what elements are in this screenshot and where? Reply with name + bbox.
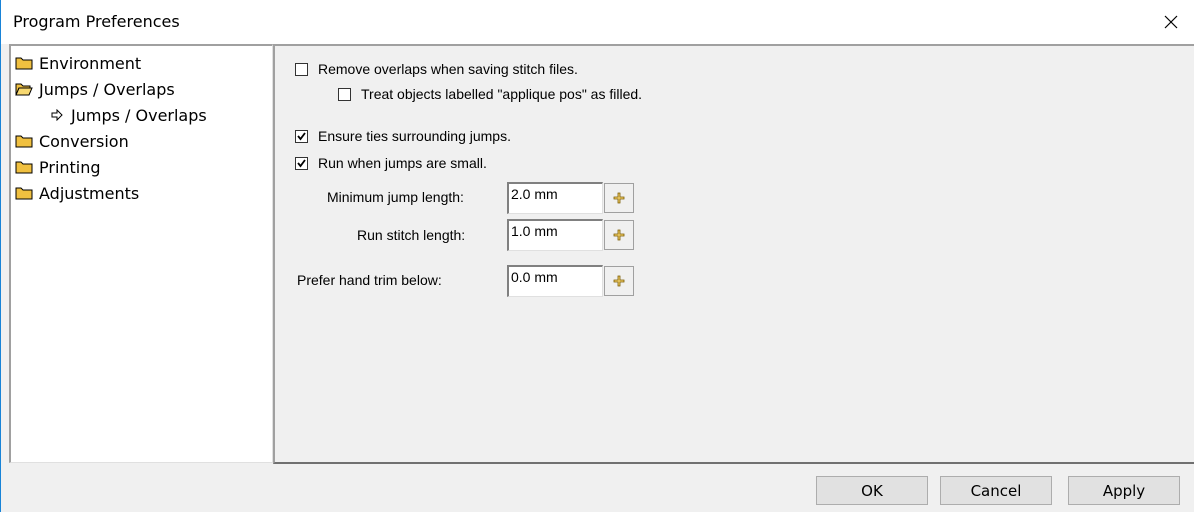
- folder-icon: [15, 161, 33, 174]
- tree-item-conversion[interactable]: Conversion: [15, 129, 129, 153]
- apply-button[interactable]: Apply: [1068, 476, 1180, 505]
- min-jump-input[interactable]: 2.0 mm: [507, 182, 603, 214]
- run-stitch-label: Run stitch length:: [357, 227, 466, 243]
- window-title: Program Preferences: [13, 12, 180, 31]
- tree-item-label: Conversion: [39, 131, 129, 151]
- treat-applique-checkbox[interactable]: Treat objects labelled "applique pos" as…: [338, 86, 642, 102]
- hand-trim-input[interactable]: 0.0 mm: [507, 265, 603, 297]
- checkbox-label: Treat objects labelled "applique pos" as…: [361, 86, 643, 102]
- window-edge: [0, 44, 1, 512]
- tree-item-environment[interactable]: Environment: [15, 51, 141, 75]
- tree-item-label: Jumps / Overlaps: [71, 105, 207, 125]
- min-jump-label: Minimum jump length:: [327, 189, 464, 205]
- close-button[interactable]: [1148, 0, 1194, 44]
- settings-panel: [273, 44, 1194, 464]
- hand-trim-spin-button[interactable]: [604, 266, 634, 296]
- checkbox-label: Ensure ties surrounding jumps.: [318, 128, 511, 144]
- hand-trim-label: Prefer hand trim below:: [297, 272, 442, 288]
- checkbox-box[interactable]: [338, 87, 351, 101]
- arrow-right-icon: [51, 109, 63, 121]
- folder-icon: [15, 135, 33, 148]
- spin-arrows-icon: [613, 192, 625, 204]
- checkmark-icon: [297, 158, 306, 167]
- run-stitch-spin-button[interactable]: [604, 220, 634, 250]
- remove-overlaps-checkbox[interactable]: Remove overlaps when saving stitch files…: [295, 61, 578, 77]
- tree-item-label: Environment: [39, 53, 142, 73]
- tree-item-printing[interactable]: Printing: [15, 155, 101, 179]
- tree-item-label: Adjustments: [39, 183, 140, 203]
- checkbox-box[interactable]: [295, 156, 308, 170]
- checkbox-box[interactable]: [295, 62, 308, 76]
- tree-item-label: Jumps / Overlaps: [39, 79, 175, 99]
- spin-arrows-icon: [613, 275, 625, 287]
- tree-item-label: Printing: [39, 157, 101, 177]
- folder-open-icon: [15, 83, 33, 96]
- cancel-button[interactable]: Cancel: [940, 476, 1052, 505]
- checkmark-icon: [297, 131, 306, 140]
- title-bar: Program Preferences: [0, 0, 1194, 44]
- tree-item-jumps-overlaps-page[interactable]: Jumps / Overlaps: [51, 103, 207, 127]
- min-jump-spin-button[interactable]: [604, 183, 634, 213]
- ok-button[interactable]: OK: [816, 476, 928, 505]
- preferences-tree[interactable]: Environment Jumps / Overlaps Jumps / Ove…: [9, 44, 273, 463]
- checkbox-label: Remove overlaps when saving stitch files…: [318, 61, 578, 77]
- checkbox-label: Run when jumps are small.: [318, 155, 487, 171]
- tree-item-adjustments[interactable]: Adjustments: [15, 181, 139, 205]
- folder-icon: [15, 187, 33, 200]
- tree-item-jumps-overlaps[interactable]: Jumps / Overlaps: [15, 77, 175, 101]
- close-icon: [1164, 15, 1178, 29]
- run-stitch-input[interactable]: 1.0 mm: [507, 219, 603, 251]
- checkbox-box[interactable]: [295, 129, 308, 143]
- run-small-checkbox[interactable]: Run when jumps are small.: [295, 155, 487, 171]
- spin-arrows-icon: [613, 229, 625, 241]
- folder-icon: [15, 57, 33, 70]
- ensure-ties-checkbox[interactable]: Ensure ties surrounding jumps.: [295, 128, 511, 144]
